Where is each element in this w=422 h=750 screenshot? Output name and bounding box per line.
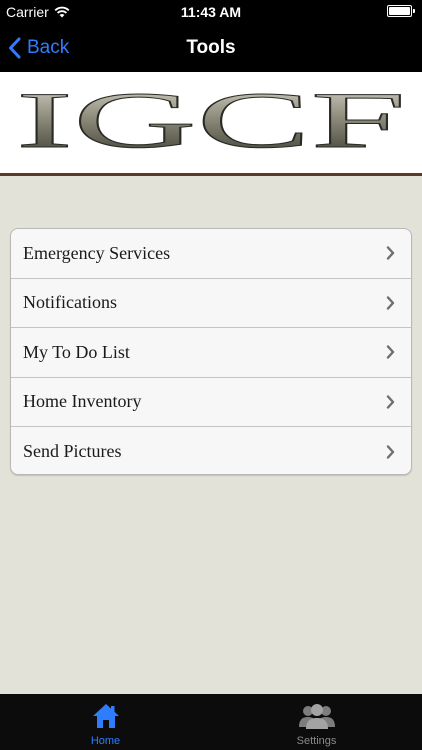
status-time: 11:43 AM [180, 4, 242, 20]
tab-label: Settings [296, 735, 337, 747]
tab-bar: Home Settings [0, 694, 422, 750]
igcf-logo: IGCF [16, 77, 407, 166]
tab-label: Home [90, 735, 121, 747]
logo-text: IGCF [16, 77, 406, 165]
logo-banner: IGCF [0, 72, 422, 176]
menu-item-notifications[interactable]: Notifications [11, 279, 411, 328]
menu-item-emergency-services[interactable]: Emergency Services [11, 229, 411, 279]
menu-item-label: Emergency Services [23, 242, 171, 263]
home-icon [92, 704, 119, 728]
status-bar: Carrier 11:43 AM [0, 0, 422, 24]
chevron-right-icon [386, 395, 395, 409]
tab-settings[interactable]: Settings [211, 694, 422, 750]
navigation-bar: Back Tools [0, 24, 422, 72]
menu-item-label: My To Do List [23, 341, 130, 362]
battery-icon [387, 5, 415, 17]
chevron-right-icon [386, 246, 395, 260]
tab-home[interactable]: Home [0, 694, 211, 750]
page-title: Tools [186, 37, 236, 58]
menu-item-my-to-do-list[interactable]: My To Do List [11, 328, 411, 378]
menu-item-home-inventory[interactable]: Home Inventory [11, 378, 411, 427]
chevron-right-icon [386, 445, 395, 459]
menu-item-label: Home Inventory [23, 391, 142, 412]
users-icon [298, 704, 335, 729]
chevron-right-icon [386, 296, 395, 310]
menu-item-label: Send Pictures [23, 441, 122, 462]
chevron-right-icon [386, 345, 395, 359]
menu-item-send-pictures[interactable]: Send Pictures [11, 427, 411, 474]
menu-item-label: Notifications [23, 292, 117, 313]
tools-menu: Emergency Services Notifications My To D… [10, 228, 412, 475]
